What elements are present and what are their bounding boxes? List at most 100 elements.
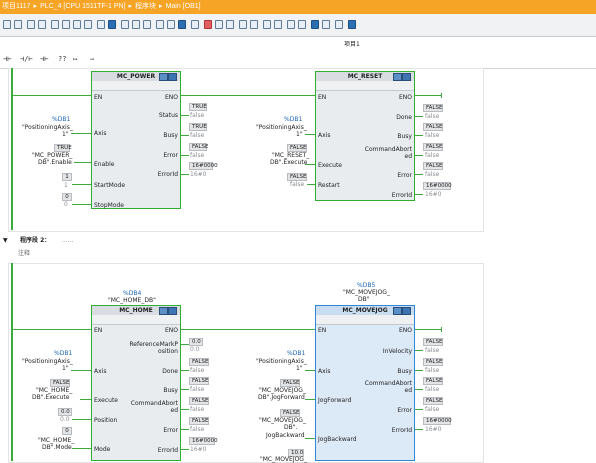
mode-tag-line1[interactable]: "MC_HOME_ bbox=[38, 437, 74, 444]
jogforward-tag-line2[interactable]: DB".JogForward bbox=[258, 394, 305, 401]
error-wire bbox=[181, 155, 189, 156]
find-icon[interactable] bbox=[287, 20, 295, 29]
breadcrumb-item-project[interactable]: 项目1117 bbox=[2, 0, 31, 14]
split-view-icon[interactable] bbox=[348, 20, 356, 29]
axis-tag-line2[interactable]: 1" bbox=[62, 365, 69, 372]
download-icon[interactable] bbox=[27, 20, 35, 29]
collapse-arrow-icon[interactable]: ▼ bbox=[3, 235, 8, 247]
block-interface-icon[interactable] bbox=[311, 20, 319, 29]
breadcrumb-item-program-blocks[interactable]: 程序块 bbox=[135, 0, 156, 14]
error-wire bbox=[415, 409, 423, 410]
empty-box-icon[interactable]: ?? bbox=[58, 55, 66, 63]
network-2-comment[interactable]: 注释 bbox=[18, 248, 30, 257]
enable-tag-line2[interactable]: DB".Enable bbox=[38, 159, 72, 166]
insert-network-icon[interactable] bbox=[51, 20, 59, 29]
jogbackward-value: FALSE bbox=[280, 409, 300, 417]
settings-icon[interactable] bbox=[335, 20, 343, 29]
call-structure-icon[interactable] bbox=[274, 20, 282, 29]
nc-contact-icon[interactable]: ⊣/⊢ bbox=[20, 55, 33, 63]
startmode-tag: 1 bbox=[64, 182, 68, 189]
axis-db-ref[interactable]: %DB1 bbox=[287, 350, 305, 357]
velocity-tag[interactable]: "MC_MOVEJOG_ bbox=[260, 456, 307, 463]
axis-tag-line2[interactable]: 1" bbox=[296, 131, 303, 138]
networks-view-icon[interactable] bbox=[156, 20, 164, 29]
stop-icon[interactable] bbox=[204, 20, 212, 29]
axis-tag-line1[interactable]: "PositioningAxis_ bbox=[22, 124, 73, 131]
absolute-address-icon[interactable] bbox=[121, 20, 129, 29]
symbolic-address-icon[interactable] bbox=[132, 20, 140, 29]
busy-value: FALSE bbox=[423, 123, 443, 131]
jogbackward-tag-line3[interactable]: JogBackward bbox=[266, 432, 305, 439]
compile-icon[interactable] bbox=[191, 20, 199, 29]
favorites-icon[interactable] bbox=[143, 20, 151, 29]
home-db-name[interactable]: "MC_HOME_DB" bbox=[108, 297, 156, 304]
restart-tag: false bbox=[290, 181, 305, 188]
no-contact-icon[interactable]: ⊣⊢ bbox=[3, 55, 11, 63]
pin-error: Error bbox=[163, 427, 178, 434]
reset-eno-wire bbox=[415, 95, 441, 96]
mode-tag-line2[interactable]: DB".Mode bbox=[42, 444, 72, 451]
network-2-header[interactable]: ▼ 程序段 2： ...... bbox=[0, 235, 596, 247]
collapse-all-icon[interactable] bbox=[108, 20, 116, 29]
en-wire bbox=[13, 329, 91, 330]
insert-row-icon[interactable] bbox=[73, 20, 81, 29]
breadcrumb-item-plc[interactable]: PLC_4 [CPU 1511TF-1 PN] bbox=[40, 0, 125, 14]
mc-home-block[interactable]: MC_HOME EN Axis Execute Position Mode EN… bbox=[91, 305, 181, 461]
replace-icon[interactable] bbox=[298, 20, 306, 29]
mc-reset-block[interactable]: MC_RESET EN Axis Execute Restart ENO Don… bbox=[315, 71, 415, 201]
mc-movejog-block[interactable]: MC_MOVEJOG EN Axis JogForward JogBackwar… bbox=[315, 305, 415, 461]
movejog-db-name-line1[interactable]: "MC_MOVEJOG_ bbox=[343, 289, 390, 296]
execute-tag-line1[interactable]: "MC_HOME_ bbox=[36, 387, 72, 394]
axis-db-ref[interactable]: %DB1 bbox=[52, 116, 70, 123]
home-db-ref[interactable]: %DB4 bbox=[123, 290, 141, 297]
delete-network-icon[interactable] bbox=[62, 20, 70, 29]
close-branch-icon[interactable]: ⇀ bbox=[90, 55, 94, 63]
error-tag: false bbox=[190, 152, 205, 159]
breadcrumb-item-main[interactable]: Main [OB1] bbox=[166, 0, 201, 14]
axis-tag-line1[interactable]: "PositioningAxis_ bbox=[256, 358, 307, 365]
reference-icon[interactable] bbox=[263, 20, 271, 29]
execute-tag-line2[interactable]: DB".Execute bbox=[270, 159, 307, 166]
restart-wire bbox=[307, 184, 315, 185]
view-label: 项目1 bbox=[344, 41, 360, 48]
monitoring-icon[interactable] bbox=[178, 20, 186, 29]
pin-axis: Axis bbox=[94, 368, 107, 375]
comment-icon[interactable] bbox=[167, 20, 175, 29]
network-2-title[interactable]: ...... bbox=[62, 235, 73, 247]
breakpoint-icon[interactable] bbox=[215, 20, 223, 29]
jogforward-tag-line1[interactable]: "MC_MOVEJOG_ bbox=[259, 387, 306, 394]
watch-icon[interactable] bbox=[239, 20, 247, 29]
delete-row-icon[interactable] bbox=[84, 20, 92, 29]
upload-icon[interactable] bbox=[38, 20, 46, 29]
errorid-value: 16#0000 bbox=[423, 182, 452, 190]
movejog-db-ref[interactable]: %DB5 bbox=[357, 282, 375, 289]
jogbackward-tag-line1[interactable]: "MC_MOVEJOG_ bbox=[259, 417, 306, 424]
error-tag: false bbox=[425, 406, 440, 413]
execute-tag-line2[interactable]: DB".Execute bbox=[32, 394, 69, 401]
error-tag: false bbox=[190, 426, 205, 433]
busy-wire bbox=[181, 389, 189, 390]
busy-value: FALSE bbox=[423, 358, 443, 366]
go-offline-icon[interactable] bbox=[14, 20, 22, 29]
coil-icon[interactable]: ⊣⊢ bbox=[40, 55, 48, 63]
expand-all-icon[interactable] bbox=[97, 20, 105, 29]
movejog-db-name-line2[interactable]: DB" bbox=[358, 296, 370, 303]
block-instance-icon bbox=[159, 307, 168, 315]
axis-db-ref[interactable]: %DB1 bbox=[284, 116, 302, 123]
instance-icon[interactable] bbox=[322, 20, 330, 29]
axis-db-ref[interactable]: %DB1 bbox=[54, 350, 72, 357]
enable-tag-line1[interactable]: "MC_POWER_ bbox=[32, 152, 72, 159]
axis-tag-line2[interactable]: 1" bbox=[296, 365, 303, 372]
busy-value: TRUE bbox=[189, 123, 207, 131]
go-online-icon[interactable] bbox=[3, 20, 11, 29]
axis-tag-line1[interactable]: "PositioningAxis_ bbox=[256, 124, 307, 131]
force-icon[interactable] bbox=[250, 20, 258, 29]
execute-tag-line1[interactable]: "MC_RESET_ bbox=[272, 152, 309, 159]
mc-power-block[interactable]: MC_POWER EN Axis Enable StartMode StopMo… bbox=[91, 71, 181, 209]
axis-tag-line2[interactable]: 1" bbox=[62, 131, 69, 138]
open-branch-icon[interactable]: ↦ bbox=[73, 55, 77, 63]
axis-tag-line1[interactable]: "PositioningAxis_ bbox=[22, 358, 73, 365]
jogbackward-tag-line2[interactable]: DB". bbox=[284, 424, 297, 431]
step-icon[interactable] bbox=[226, 20, 234, 29]
pin-eno: ENO bbox=[398, 94, 412, 101]
